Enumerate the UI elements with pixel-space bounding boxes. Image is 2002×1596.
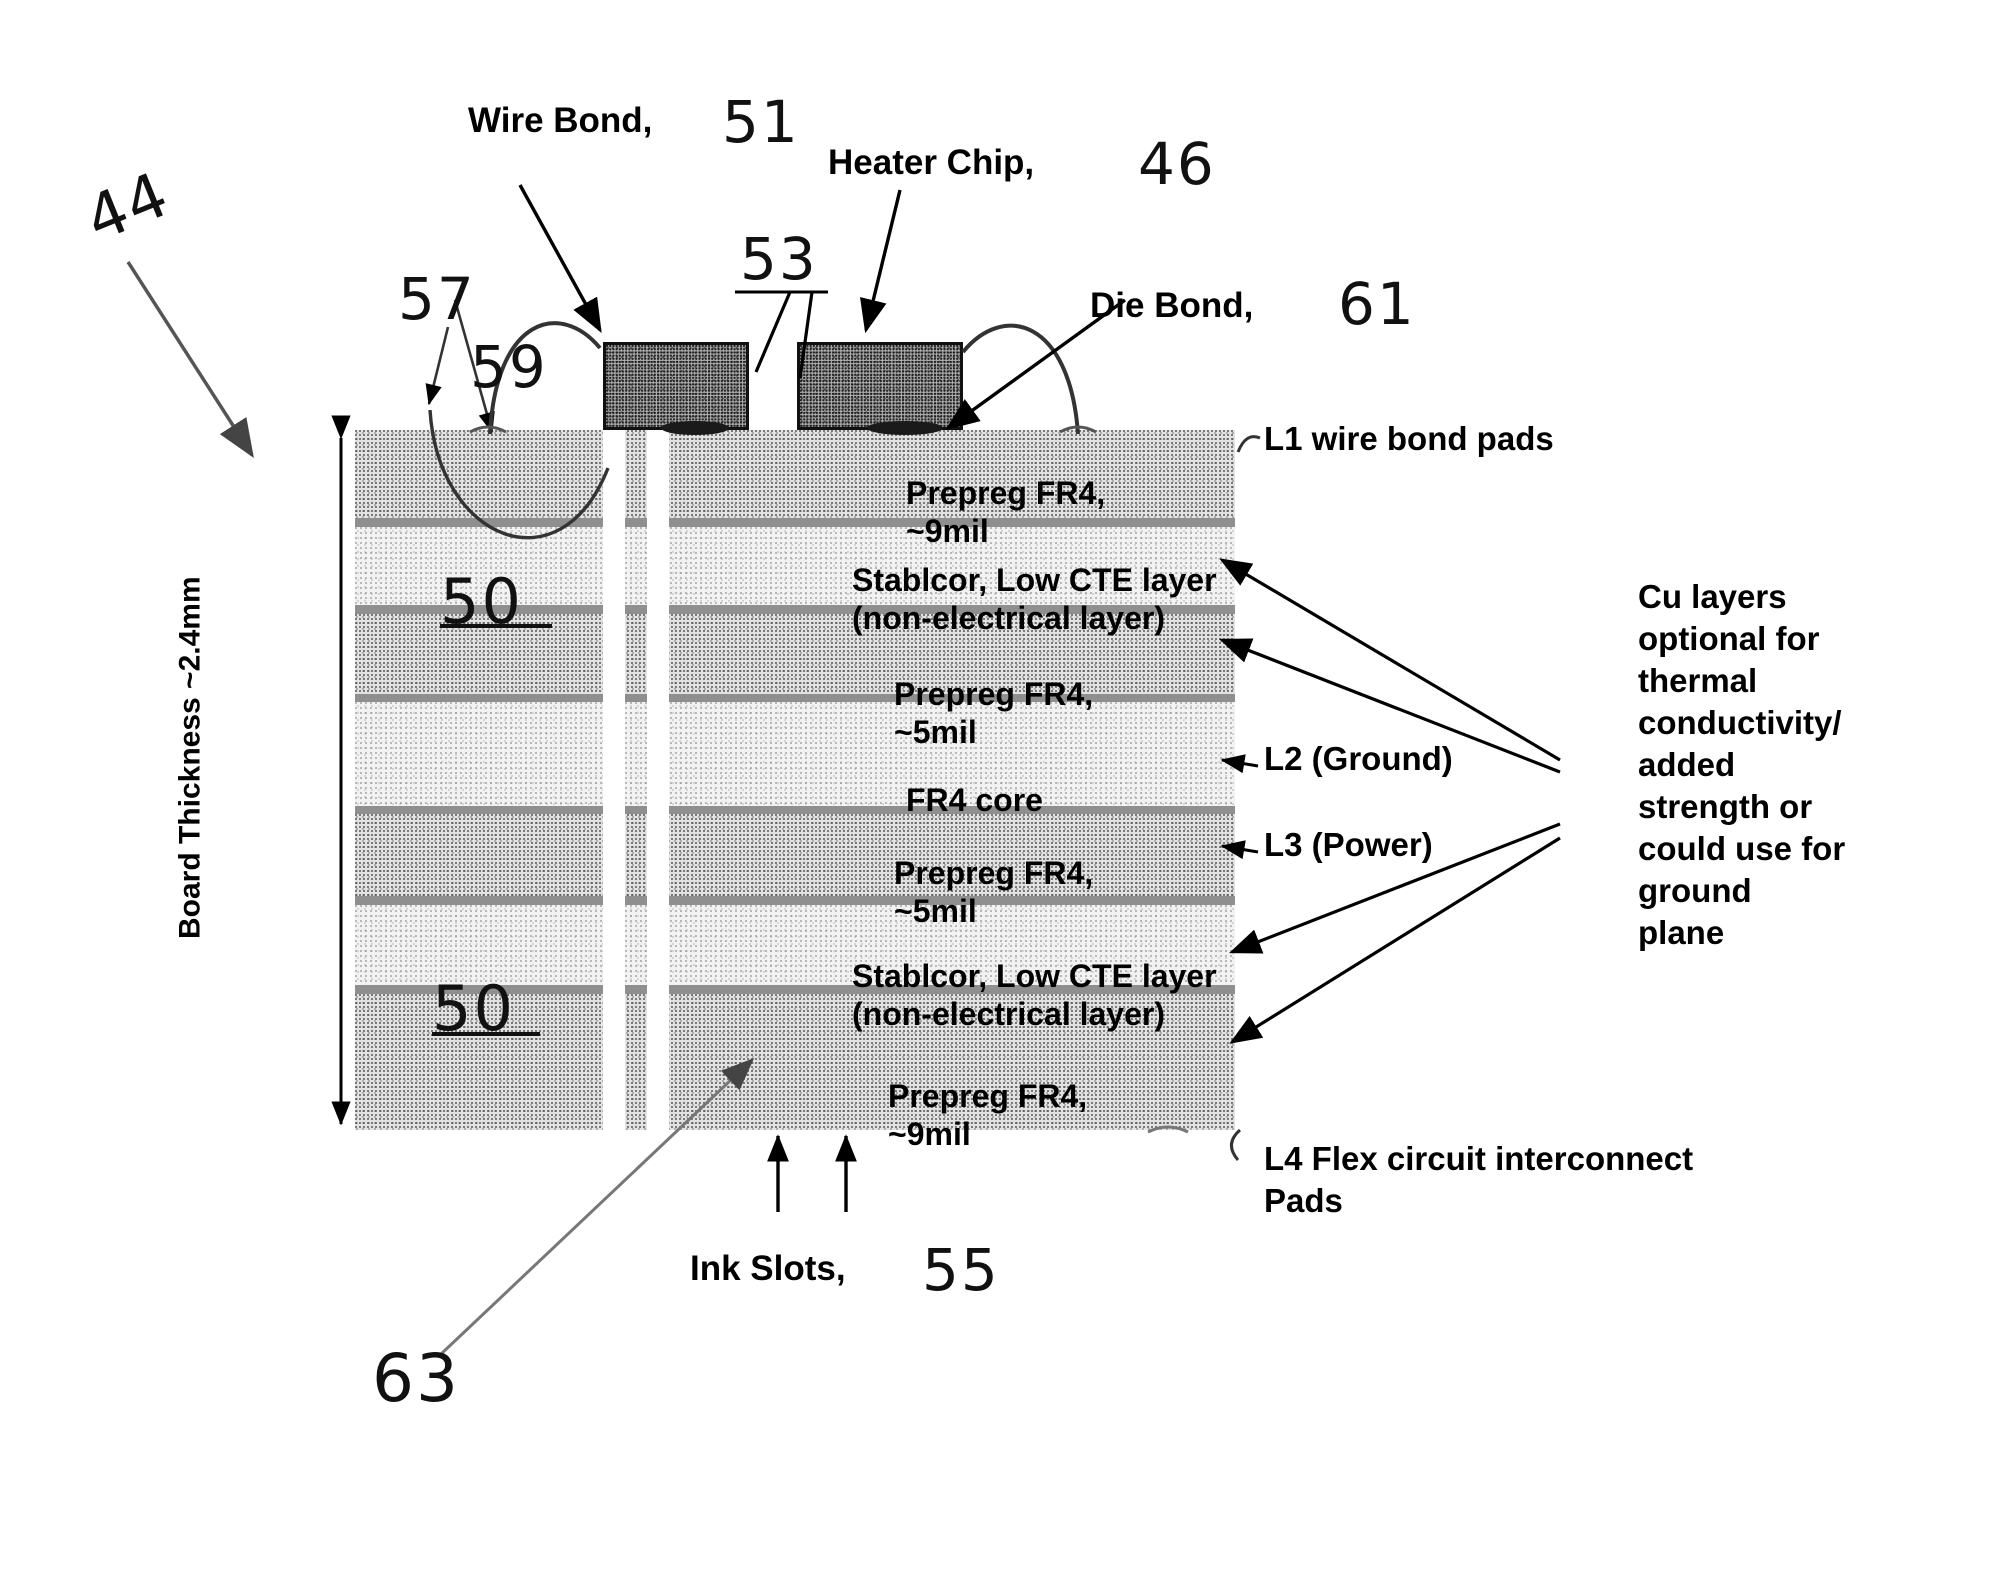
cu-note-line-6: could use for <box>1638 830 1846 867</box>
die-bond-blob-left <box>661 421 729 435</box>
callout-l3: L3 (Power) <box>1264 826 1433 863</box>
stack-label-prepreg-9mil-bot-l1: Prepreg FR4, <box>888 1078 1088 1114</box>
leader-53-a <box>754 291 792 373</box>
cu-note-line-1: optional for <box>1638 620 1820 657</box>
ref-50-upper: 50 <box>440 565 523 638</box>
ref-55: 55 <box>922 1236 1000 1304</box>
leader-53-b <box>798 291 814 379</box>
ref-57: 57 <box>398 265 476 333</box>
stack-label-prepreg-5mil-top-l2: ~5mil <box>894 714 977 750</box>
leader-44 <box>126 261 254 458</box>
ref-59: 59 <box>470 333 548 401</box>
leader-59 <box>425 326 450 406</box>
stack-label-stablcor-top-l2: (non-electrical layer) <box>852 600 1165 636</box>
cu-note-line-7: ground <box>1638 872 1752 909</box>
cu-note-line-3: conductivity/ <box>1638 704 1842 741</box>
stack-label-prepreg-5mil-bot-l1: Prepreg FR4, <box>894 855 1094 891</box>
stack-label-stablcor-bot-l2: (non-electrical layer) <box>852 996 1165 1032</box>
leader-63 <box>438 1057 755 1357</box>
ref-50-lower: 50 <box>432 972 515 1045</box>
leader-l3 <box>1220 840 1259 860</box>
stack-label-prepreg-5mil-bot-l2: ~5mil <box>894 893 977 929</box>
ref-46: 46 <box>1138 130 1216 198</box>
callout-heater-chip: Heater Chip, <box>828 143 1035 182</box>
l1-pad-left <box>469 425 507 434</box>
stack-label-stablcor-top-l1: Stablcor, Low CTE layer <box>852 562 1217 598</box>
cu-note-line-4: added <box>1638 746 1736 783</box>
cu-note-line-0: Cu layers <box>1638 578 1787 615</box>
stack-label-prepreg-9mil-top-l2: ~9mil <box>906 513 989 549</box>
leader-stablcor-bot-2 <box>1229 836 1561 1044</box>
stack-label-prepreg-9mil-bot-l2: ~9mil <box>888 1116 971 1152</box>
l4-callout-hook <box>1230 1128 1242 1161</box>
l4-pad-bump <box>1147 1125 1189 1134</box>
stack-label-prepreg-5mil-top-l1: Prepreg FR4, <box>894 676 1094 712</box>
cu-note-line-2: thermal <box>1638 662 1758 699</box>
wire-bond-loop-59 <box>428 409 610 540</box>
stack-label-prepreg-9mil-top-l1: Prepreg FR4, <box>906 475 1106 511</box>
ref-53: 53 <box>740 225 818 293</box>
callout-wire-bond: Wire Bond, <box>468 101 653 140</box>
callout-die-bond: Die Bond, <box>1090 286 1254 325</box>
ref-63: 63 <box>372 1340 460 1417</box>
leader-heater-chip-46 <box>860 189 902 334</box>
stack-label-fr4-core: FR4 core <box>906 782 1043 818</box>
callout-l4-line2: Pads <box>1264 1182 1343 1219</box>
leader-l2 <box>1220 754 1259 774</box>
die-bond-blob-right <box>867 421 943 435</box>
callout-l2: L2 (Ground) <box>1264 740 1453 777</box>
ref-51: 51 <box>722 88 800 156</box>
callout-l4-line1: L4 Flex circuit interconnect <box>1264 1140 1694 1177</box>
callout-ink-slots: Ink Slots, <box>690 1249 846 1288</box>
ref-61: 61 <box>1338 270 1416 338</box>
board-thickness-label: Board Thickness ~2.4mm <box>173 576 207 940</box>
leader-wire-bond-51 <box>518 184 602 333</box>
wire-bond-right <box>961 323 1080 435</box>
cu-note-line-8: plane <box>1638 914 1725 951</box>
stack-label-stablcor-bot-l1: Stablcor, Low CTE layer <box>852 958 1217 994</box>
cu-note-line-5: strength or <box>1638 788 1813 825</box>
l1-callout-hook <box>1236 435 1261 453</box>
callout-l1: L1 wire bond pads <box>1264 420 1554 457</box>
